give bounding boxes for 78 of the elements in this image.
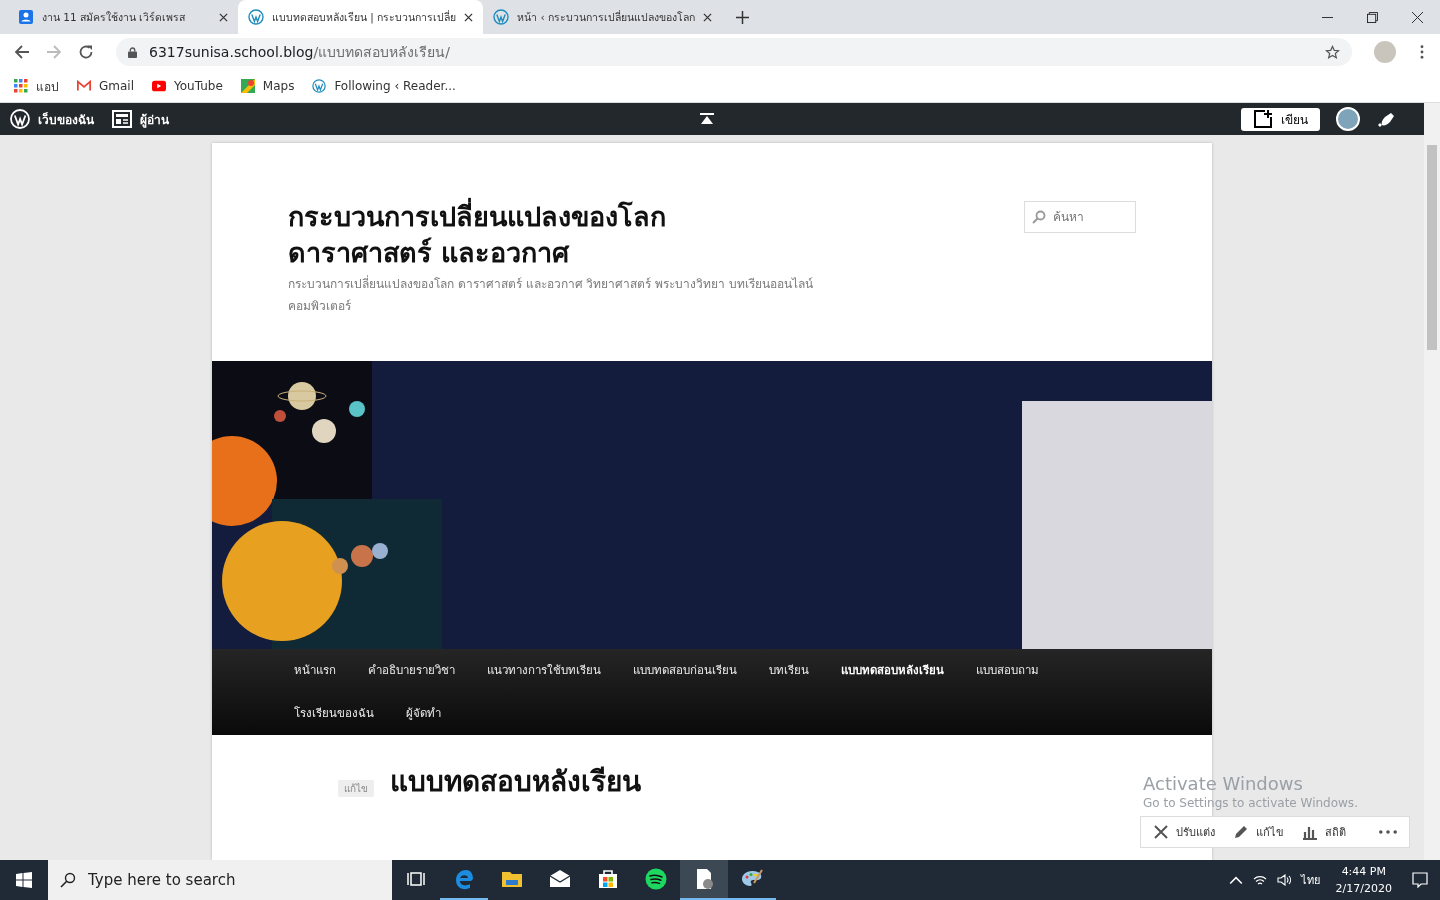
more-icon[interactable] — [1379, 830, 1397, 834]
new-tab-icon[interactable] — [736, 11, 750, 24]
search-field[interactable]: ค้นหา — [1024, 201, 1136, 233]
tab-title: แบบทดสอบหลังเรียน | กระบวนการเปลี่ย — [272, 9, 457, 26]
nav-link[interactable]: โรงเรียนของฉัน — [278, 692, 390, 735]
nav-link[interactable]: แบบทดสอบหลังเรียน — [825, 649, 960, 692]
new-post-icon — [1253, 109, 1273, 129]
tab-title: งาน 11 สมัครใช้งาน เวิร์ดเพรส — [42, 9, 187, 25]
clock-time[interactable]: 4:44 PM — [1341, 863, 1386, 880]
apps-grid-icon — [14, 79, 28, 93]
menu-icon[interactable] — [1420, 45, 1424, 59]
lock-icon — [128, 46, 137, 58]
close-icon[interactable] — [464, 12, 474, 22]
site-tagline: กระบวนการเปลี่ยนแปลงของโลก ดาราศาสตร์ และอวกาศ วิทยาศาสตร์ พระบางวิทยา บทเรียนออนไลน์ คอมพิวเตอร์ — [288, 274, 815, 315]
envelope-icon — [549, 868, 571, 890]
nav-link[interactable]: หน้าแรก — [278, 649, 352, 692]
music-circle-icon — [645, 868, 667, 890]
contact-icon — [18, 9, 34, 25]
search-icon — [60, 872, 76, 888]
chevron-up-icon[interactable] — [1228, 874, 1243, 886]
admin-bar-link[interactable]: ผู้อ่าน — [112, 109, 169, 129]
search-icon — [1032, 210, 1046, 224]
bookmark[interactable]: Gmail — [77, 79, 134, 93]
address-bar[interactable]: 6317sunisa.school.blog/แบบทดสอบหลังเรียน/ — [116, 38, 1352, 66]
windows-start-icon[interactable] — [16, 872, 32, 888]
shopping-bag-icon — [597, 868, 619, 890]
site-title[interactable]: กระบวนการเปลี่ยนแปลงของโลก ดาราศาสตร์ และอวกาศ — [288, 199, 758, 271]
browser-tab[interactable]: งาน 11 สมัครใช้งาน เวิร์ดเพรส — [8, 0, 238, 34]
close-icon[interactable] — [219, 12, 228, 22]
nav-link[interactable]: แนวทางการใช้บทเรียน — [471, 649, 617, 692]
write-button[interactable]: เขียน — [1241, 107, 1320, 131]
bookmark[interactable]: YouTube — [152, 79, 223, 93]
wordpress-icon — [312, 79, 327, 93]
speaker-icon[interactable] — [1276, 874, 1291, 886]
bookmark[interactable]: Following ‹ Reader... — [312, 79, 456, 93]
action-link[interactable]: สถิติ — [1302, 823, 1346, 841]
newspaper-icon — [112, 109, 132, 129]
clock-date[interactable]: 2/17/2020 — [1335, 880, 1392, 897]
taskbar-app[interactable] — [680, 860, 728, 900]
close-icon[interactable] — [1412, 11, 1423, 23]
map-pin-icon — [240, 79, 255, 93]
avatar-icon[interactable] — [1336, 107, 1360, 131]
reload-icon[interactable] — [78, 44, 94, 60]
star-icon[interactable] — [1325, 44, 1340, 60]
back-icon[interactable] — [14, 44, 30, 60]
nav-link[interactable]: บทเรียน — [753, 649, 825, 692]
pencil-icon — [1233, 824, 1249, 840]
activation-subtitle: Go to Settings to activate Windows. — [1143, 796, 1358, 810]
play-icon — [152, 79, 166, 93]
bookmark[interactable]: Maps — [240, 79, 295, 93]
post-title: แบบทดสอบหลังเรียน — [390, 764, 641, 800]
nav-link[interactable]: แบบสอบถาม — [960, 649, 1055, 692]
action-link[interactable]: ปรับแต่ง — [1153, 823, 1215, 841]
url-text: 6317sunisa.school.blog/แบบทดสอบหลังเรียน/ — [149, 43, 451, 62]
browser-tab[interactable]: หน้า ‹ กระบวนการเปลี่ยนแปลงของโลก — [483, 0, 723, 34]
collapse-icon[interactable] — [700, 113, 714, 125]
wifi-icon[interactable] — [1252, 874, 1267, 886]
browser-e-icon — [453, 868, 475, 890]
taskbar-search-field[interactable]: Type here to search — [48, 860, 392, 900]
bar-chart-icon — [1302, 824, 1318, 840]
tab-title: หน้า ‹ กระบวนการเปลี่ยนแปลงของโลก — [517, 9, 696, 25]
mail-envelope-icon — [77, 79, 91, 93]
input-language[interactable]: ไทย — [1300, 871, 1320, 889]
nav-link[interactable]: แบบทดสอบก่อนเรียน — [617, 649, 753, 692]
action-link[interactable]: แก้ไข — [1233, 823, 1284, 841]
admin-bar-link[interactable]: เว็บของฉัน — [10, 109, 94, 129]
notification-icon[interactable] — [1412, 872, 1428, 888]
wordpress-icon — [493, 9, 510, 25]
wordpress-icon — [10, 109, 30, 129]
restore-icon[interactable] — [1367, 11, 1378, 23]
scrollbar[interactable] — [1424, 103, 1440, 860]
nav-link[interactable]: คำอธิบายรายวิชา — [352, 649, 471, 692]
bookmark[interactable]: แอป — [14, 76, 59, 96]
nav-link[interactable]: ผู้จัดทำ — [390, 692, 457, 735]
close-icon[interactable] — [703, 12, 713, 22]
activation-title: Activate Windows — [1143, 773, 1304, 794]
wordpress-icon — [248, 9, 264, 25]
browser-tab[interactable]: แบบทดสอบหลังเรียน | กระบวนการเปลี่ย — [238, 0, 484, 34]
